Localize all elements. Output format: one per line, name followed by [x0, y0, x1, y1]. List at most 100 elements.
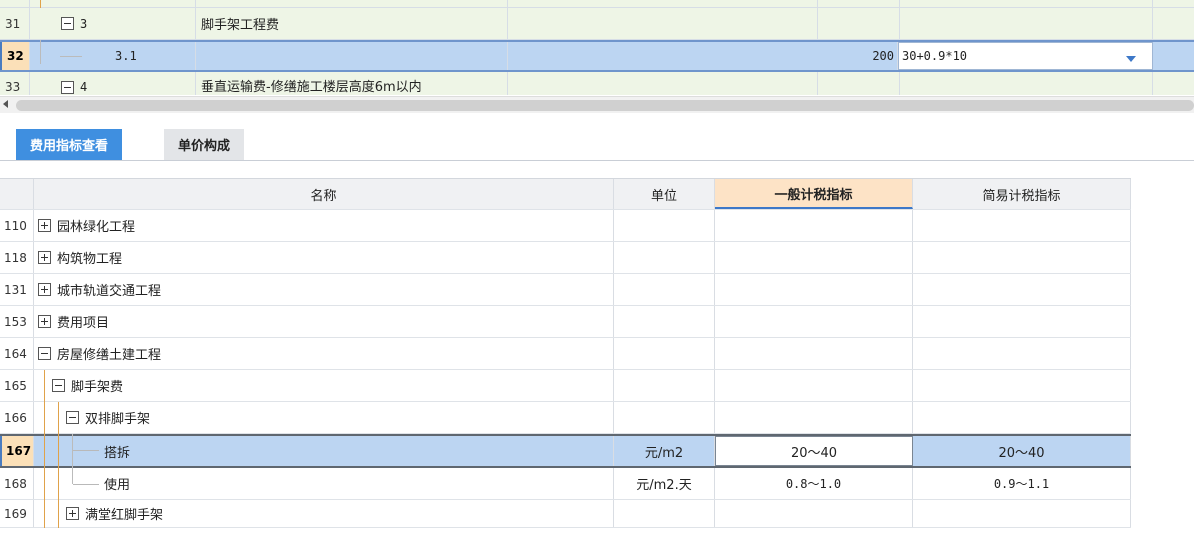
table-row-selected[interactable]: 167 搭拆 元/m2 20～40 20～40	[0, 434, 1131, 468]
expand-toggle-icon[interactable]	[66, 507, 79, 520]
row-cell	[508, 72, 818, 95]
row-cell	[913, 370, 1131, 401]
table-row[interactable]: 153 费用项目	[0, 306, 1131, 338]
row-cell	[715, 242, 913, 273]
row-number: 31	[0, 8, 30, 39]
row-code: 3.1	[30, 42, 196, 70]
table-row[interactable]: 118 构筑物工程	[0, 242, 1131, 274]
tab-bar: 费用指标查看 单价构成	[0, 113, 1194, 161]
quantity-cell[interactable]: 200	[508, 42, 898, 70]
table-row[interactable]: 31 3 脚手架工程费	[0, 8, 1194, 40]
expand-toggle-icon[interactable]	[38, 251, 51, 264]
row-name[interactable]: 房屋修缮土建工程	[34, 338, 614, 369]
collapse-toggle-icon[interactable]	[38, 347, 51, 360]
row-name-text: 费用项目	[57, 316, 110, 331]
table-row[interactable]: 168 使用 元/m2.天 0.8～1.0 0.9～1.1	[0, 468, 1131, 500]
row-number: 33	[0, 72, 30, 95]
expand-toggle-icon[interactable]	[38, 315, 51, 328]
row-cell	[614, 370, 715, 401]
table-header: 名称 单位 一般计税指标 简易计税指标	[0, 178, 1131, 210]
expression-dropdown[interactable]: 30+0.9*10	[898, 42, 1153, 70]
row-cell	[913, 242, 1131, 273]
row-cell	[818, 8, 900, 39]
row-name[interactable]: 使用	[34, 468, 614, 499]
row-cell	[614, 274, 715, 305]
row-number: 110	[0, 210, 34, 241]
row-code[interactable]: 3	[30, 8, 196, 39]
simple-tax-value[interactable]: 20～40	[913, 436, 1131, 466]
row-cell	[715, 210, 913, 241]
row-name[interactable]: 费用项目	[34, 306, 614, 337]
row-cell	[715, 338, 913, 369]
row-code[interactable]: 4	[30, 72, 196, 95]
tree-line	[58, 402, 59, 528]
horizontal-scrollbar[interactable]	[0, 96, 1194, 113]
header-unit[interactable]: 单位	[614, 179, 715, 209]
table-row[interactable]	[0, 0, 1194, 8]
scrollbar-thumb[interactable]	[16, 100, 1194, 111]
row-cell	[913, 338, 1131, 369]
row-code-text: 3	[80, 16, 88, 31]
row-number: 153	[0, 306, 34, 337]
table-row[interactable]: 131 城市轨道交通工程	[0, 274, 1131, 306]
expand-toggle-icon[interactable]	[38, 283, 51, 296]
chevron-down-icon[interactable]	[1126, 56, 1136, 62]
table-row[interactable]: 169 满堂红脚手架	[0, 500, 1131, 528]
row-cell	[614, 210, 715, 241]
row-cell	[715, 370, 913, 401]
general-tax-value[interactable]: 20～40	[715, 436, 913, 466]
row-cell	[715, 500, 913, 527]
row-number	[0, 0, 30, 7]
row-unit: 元/m2	[614, 436, 715, 466]
header-simple-tax[interactable]: 简易计税指标	[913, 179, 1131, 209]
row-name: 脚手架工程费	[196, 8, 508, 39]
tab-unit-price[interactable]: 单价构成	[164, 129, 245, 160]
expression-value: 30+0.9*10	[902, 49, 968, 63]
row-name[interactable]: 园林绿化工程	[34, 210, 614, 241]
collapse-toggle-icon[interactable]	[52, 379, 65, 392]
table-row[interactable]: 110 园林绿化工程	[0, 210, 1131, 242]
row-cell	[508, 0, 818, 7]
scroll-left-icon[interactable]	[3, 100, 8, 108]
row-name[interactable]: 城市轨道交通工程	[34, 274, 614, 305]
row-name[interactable]: 构筑物工程	[34, 242, 614, 273]
row-name[interactable]: 脚手架费	[34, 370, 614, 401]
row-number: 164	[0, 338, 34, 369]
collapse-toggle-icon[interactable]	[61, 17, 74, 30]
table-row[interactable]: 33 4 垂直运输费-修缮施工楼层高度6m以内	[0, 72, 1194, 95]
tab-cost-index[interactable]: 费用指标查看	[16, 129, 123, 160]
simple-tax-value[interactable]: 0.9～1.1	[913, 468, 1131, 499]
row-number: 32	[0, 42, 30, 70]
collapse-toggle-icon[interactable]	[66, 411, 79, 424]
table-row-selected[interactable]: 32 3.1 200 30+0.9*10	[0, 40, 1194, 72]
general-tax-value[interactable]: 0.8～1.0	[715, 468, 913, 499]
row-name[interactable]: 双排脚手架	[34, 402, 614, 433]
table-row[interactable]: 164 房屋修缮土建工程	[0, 338, 1131, 370]
row-cell	[614, 306, 715, 337]
row-cell	[614, 500, 715, 527]
expand-toggle-icon[interactable]	[38, 219, 51, 232]
collapse-toggle-icon[interactable]	[61, 81, 74, 94]
header-general-tax[interactable]: 一般计税指标	[715, 179, 913, 209]
row-name-text: 脚手架费	[71, 380, 124, 395]
row-cell	[614, 402, 715, 433]
row-cell	[614, 338, 715, 369]
row-name[interactable]: 满堂红脚手架	[34, 500, 614, 527]
table-row[interactable]: 165 脚手架费	[0, 370, 1131, 402]
row-number: 169	[0, 500, 34, 527]
row-cell	[900, 8, 1153, 39]
row-name: 垂直运输费-修缮施工楼层高度6m以内	[196, 72, 508, 95]
row-cell	[715, 402, 913, 433]
row-name-text: 城市轨道交通工程	[57, 284, 162, 299]
table-row[interactable]: 166 双排脚手架	[0, 402, 1131, 434]
row-cell	[715, 306, 913, 337]
row-code	[30, 0, 196, 7]
row-name[interactable]: 搭拆	[34, 436, 614, 466]
row-name-text: 满堂红脚手架	[85, 508, 164, 523]
row-cell	[614, 242, 715, 273]
quantity-value: 200	[872, 49, 894, 63]
row-name-text: 园林绿化工程	[57, 220, 136, 235]
header-name[interactable]: 名称	[34, 179, 614, 209]
row-name-text: 房屋修缮土建工程	[57, 348, 162, 363]
row-cell	[913, 306, 1131, 337]
